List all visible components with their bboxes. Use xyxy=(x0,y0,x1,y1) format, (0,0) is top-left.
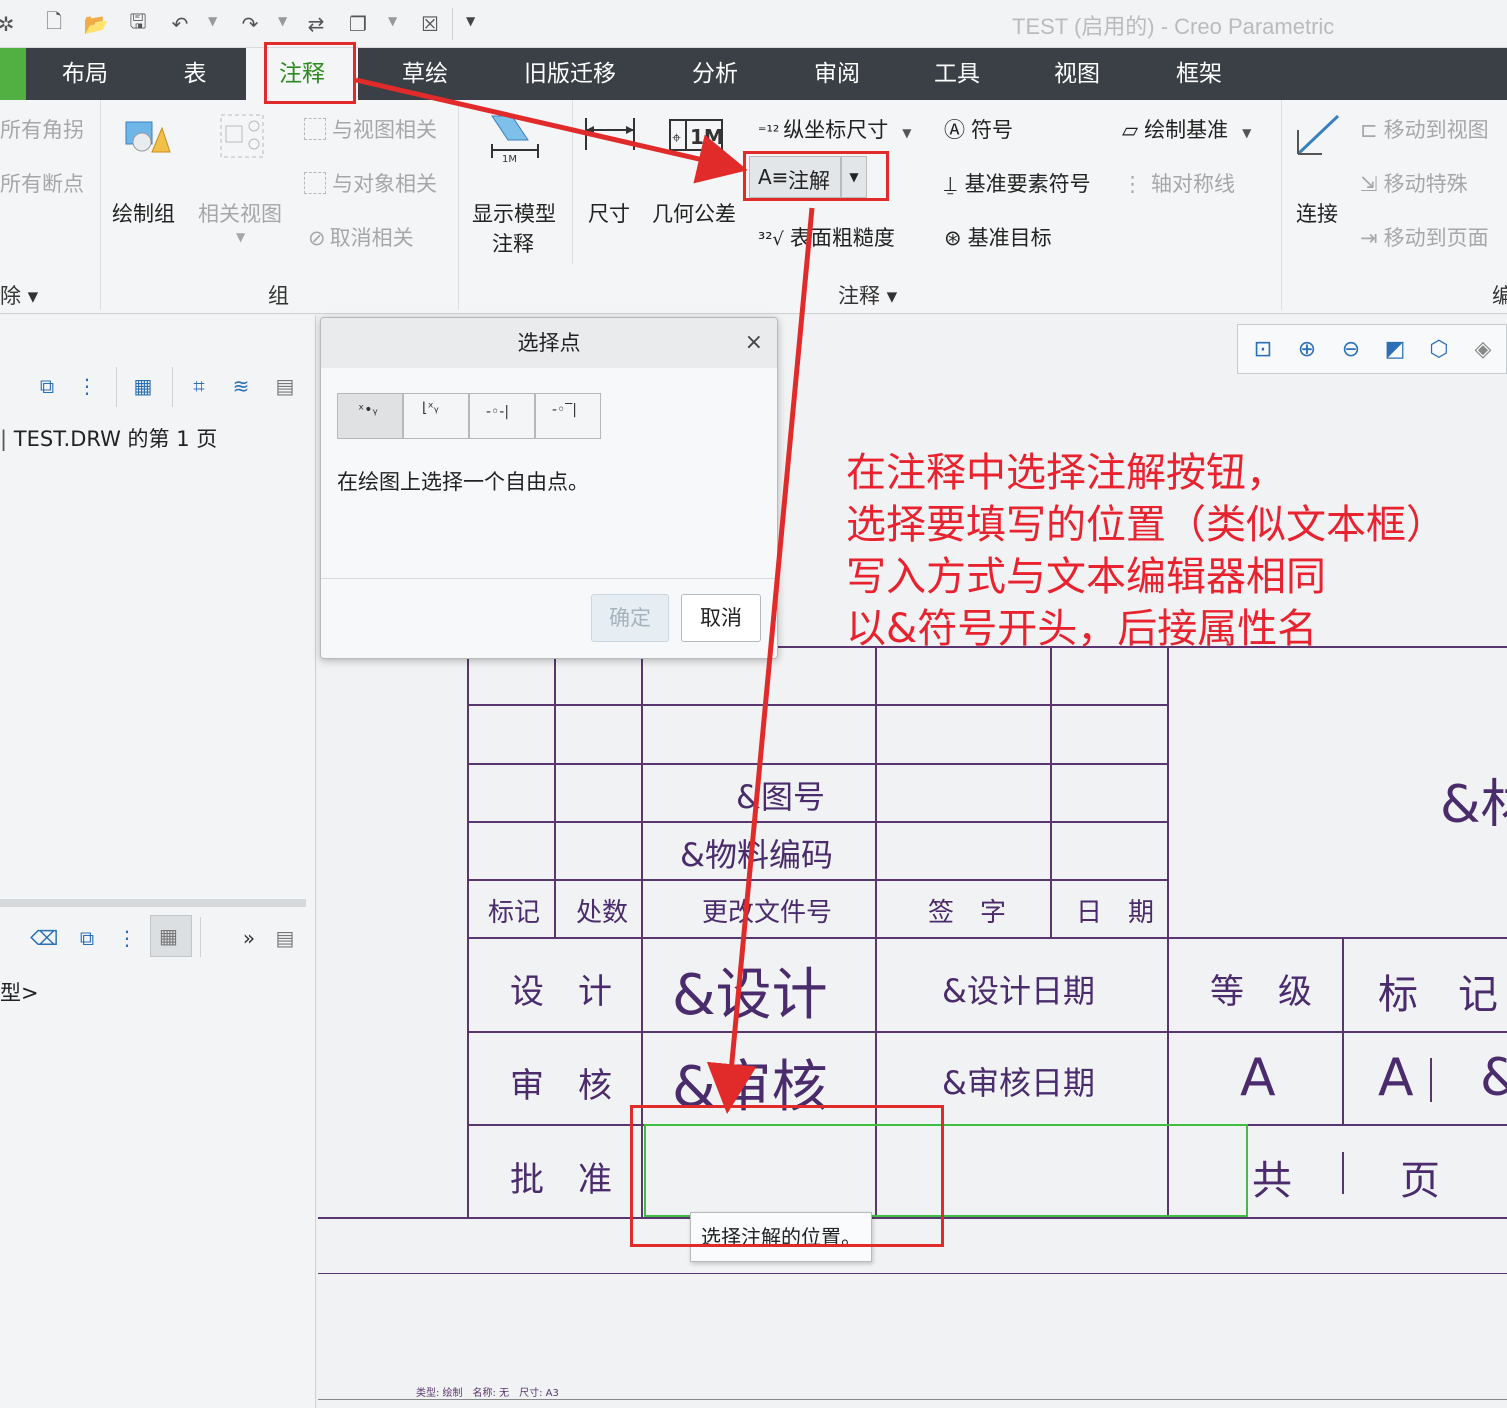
annotation-arrows xyxy=(355,77,815,1114)
arrow-note-to-position xyxy=(706,207,815,1114)
arrow-tab-to-note xyxy=(355,77,748,184)
